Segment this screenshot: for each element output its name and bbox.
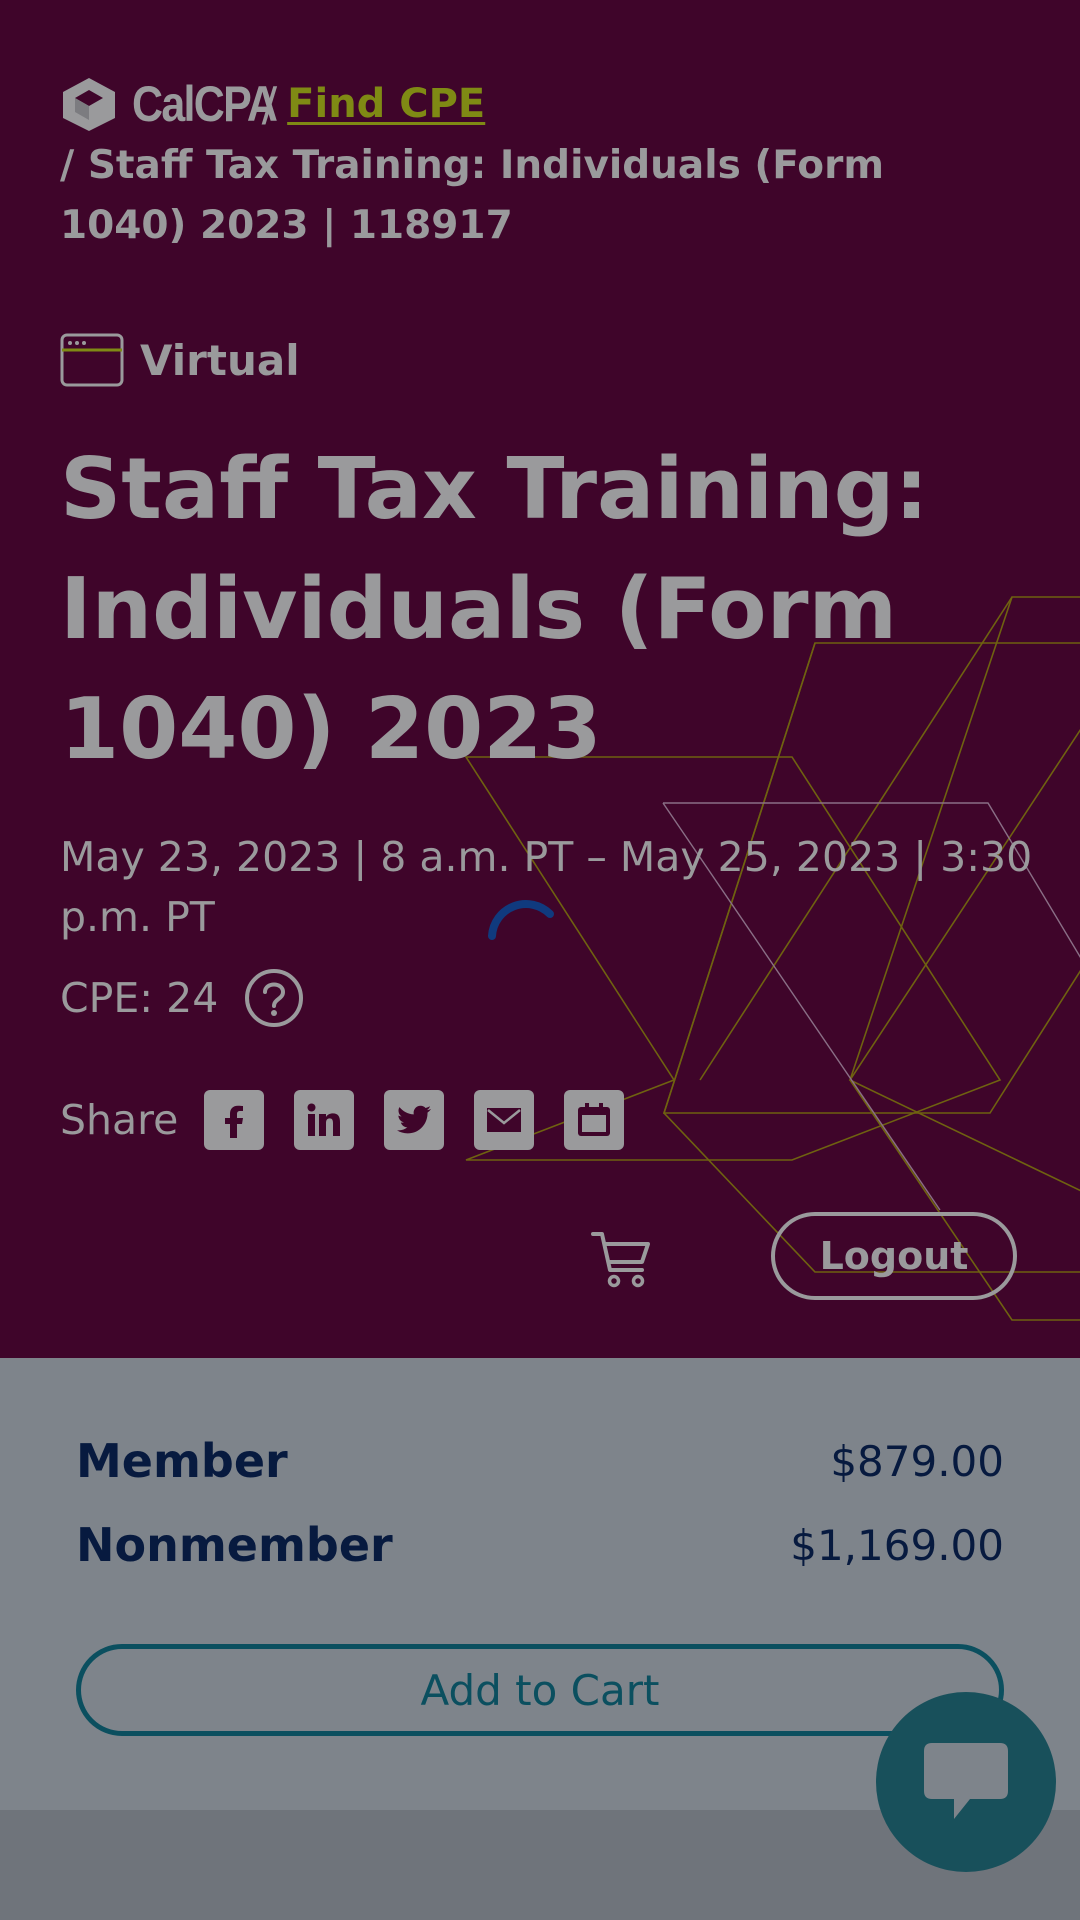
browser-window-icon	[60, 333, 124, 387]
price-row-member: Member $879.00	[76, 1434, 1004, 1488]
shopping-cart-icon[interactable]	[590, 1228, 652, 1290]
course-format: Virtual	[60, 333, 300, 387]
price-value: $1,169.00	[790, 1520, 1004, 1570]
price-value: $879.00	[830, 1436, 1004, 1486]
add-to-calendar-button[interactable]	[564, 1090, 625, 1150]
chat-bubble-icon	[924, 1743, 1008, 1819]
calendar-icon	[578, 1103, 611, 1136]
twitter-icon	[397, 1105, 432, 1134]
question-circle-icon[interactable]	[244, 968, 304, 1028]
cpe-credits: CPE: 24	[60, 968, 304, 1028]
add-to-cart-button[interactable]: Add to Cart	[76, 1644, 1004, 1736]
calcpa-logo-icon[interactable]	[60, 76, 118, 132]
linkedin-icon	[307, 1103, 341, 1136]
share-facebook-button[interactable]	[204, 1090, 265, 1150]
breadcrumb-find-cpe-link[interactable]: Find CPE	[287, 81, 485, 127]
share-label: Share	[60, 1096, 179, 1144]
facebook-icon	[225, 1105, 244, 1138]
price-row-nonmember: Nonmember $1,169.00	[76, 1518, 1004, 1572]
price-label: Nonmember	[76, 1518, 393, 1572]
share-linkedin-button[interactable]	[294, 1090, 355, 1150]
email-icon	[487, 1108, 522, 1132]
loading-spinner-icon	[488, 900, 554, 940]
logout-button[interactable]: Logout	[771, 1212, 1017, 1300]
brand-breadcrumb: CalCPA / Find CPE	[60, 76, 485, 132]
course-hero: CalCPA / Find CPE / Staff Tax Training: …	[0, 0, 1080, 1358]
breadcrumb-current-page: / Staff Tax Training: Individuals (Form …	[60, 143, 884, 248]
share-bar: Share	[60, 1090, 654, 1150]
live-chat-button[interactable]	[876, 1692, 1056, 1872]
brand-name[interactable]: CalCPA	[132, 75, 278, 133]
share-email-button[interactable]	[474, 1090, 535, 1150]
format-label: Virtual	[140, 335, 300, 385]
share-twitter-button[interactable]	[384, 1090, 445, 1150]
price-label: Member	[76, 1434, 288, 1488]
course-title: Staff Tax Training: Individuals (Form 10…	[60, 440, 929, 779]
cpe-value: CPE: 24	[60, 974, 219, 1022]
